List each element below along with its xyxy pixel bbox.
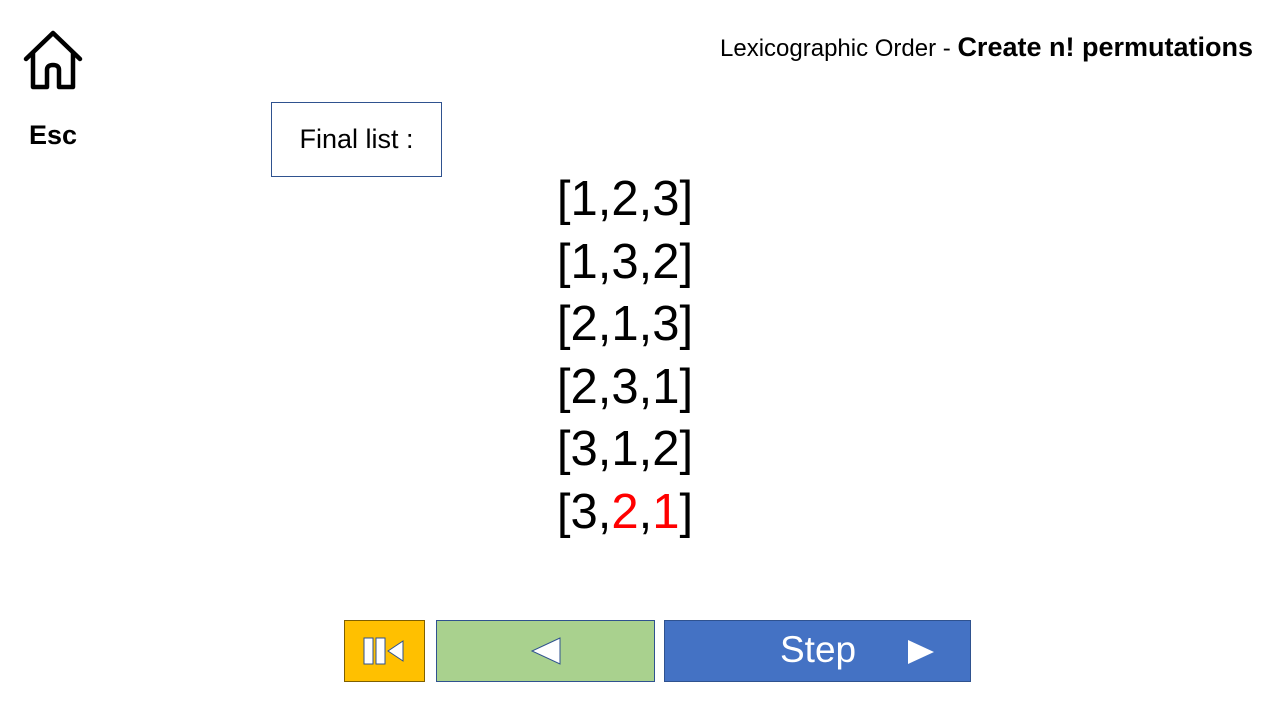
- esc-label: Esc: [28, 120, 78, 150]
- permutation-part: [2,: [556, 297, 612, 351]
- permutation-part: 3: [611, 359, 639, 414]
- permutation-row: [3,2,1]: [500, 481, 750, 544]
- permutation-part: [1,: [556, 172, 612, 226]
- permutation-part: ,: [638, 484, 653, 539]
- permutation-list: [1,2,3] [1,3,2] [2,1,3] [2,3,1] [3,1,2] [3,2,…: [500, 168, 750, 543]
- permutation-part: 1: [652, 484, 680, 539]
- reset-button[interactable]: [344, 620, 425, 682]
- permutation-part: 3: [652, 172, 680, 226]
- permutation-part: 2: [652, 234, 680, 289]
- permutation-part: 3: [611, 234, 639, 289]
- permutation-part: ,: [638, 234, 653, 289]
- permutation-part: 1: [611, 422, 639, 476]
- permutation-part: 1: [611, 297, 639, 351]
- permutation-part: [3,: [556, 484, 612, 539]
- permutation-part: ]: [679, 484, 694, 539]
- permutation-row: [1,2,3]: [500, 168, 750, 231]
- reset-icon: [363, 637, 403, 665]
- permutation-part: 2: [611, 172, 639, 226]
- slide: Esc Lexicographic Order - Create n! perm…: [0, 0, 1280, 720]
- permutation-part: ,: [638, 422, 653, 476]
- final-list-label-box: Final list :: [271, 102, 442, 177]
- back-button[interactable]: [436, 620, 655, 682]
- permutation-part: ]: [679, 422, 694, 476]
- permutation-part: 3: [652, 297, 680, 351]
- step-label: Step: [780, 629, 857, 670]
- permutation-part: [2,: [556, 359, 612, 414]
- permutation-row: [1,3,2]: [500, 231, 750, 294]
- permutation-part: ]: [679, 172, 694, 226]
- triangle-left-icon: [530, 637, 560, 665]
- permutation-part: ]: [679, 359, 694, 414]
- permutation-row: [3,1,2]: [500, 418, 750, 481]
- permutation-row: [2,3,1]: [500, 356, 750, 419]
- home-icon: [23, 30, 83, 90]
- page-title: Lexicographic Order - Create n! permutat…: [720, 32, 1253, 63]
- permutation-part: 2: [652, 422, 680, 476]
- permutation-part: [1,: [556, 234, 612, 289]
- permutation-part: ]: [679, 297, 694, 351]
- title-main: Create n! permutations: [957, 32, 1253, 62]
- final-list-label: Final list :: [299, 124, 414, 154]
- step-button[interactable]: Step: [664, 620, 971, 682]
- permutation-row: [2,1,3]: [500, 293, 750, 356]
- permutation-part: [3,: [556, 422, 612, 476]
- permutation-part: 1: [652, 359, 680, 414]
- permutation-part: ,: [638, 359, 653, 414]
- triangle-right-icon: [908, 640, 934, 664]
- permutation-part: 2: [611, 484, 639, 539]
- home-button[interactable]: Esc: [20, 28, 86, 149]
- permutation-part: ]: [679, 234, 694, 289]
- title-prefix: Lexicographic Order -: [720, 35, 958, 62]
- permutation-part: ,: [638, 172, 653, 226]
- permutation-part: ,: [638, 297, 653, 351]
